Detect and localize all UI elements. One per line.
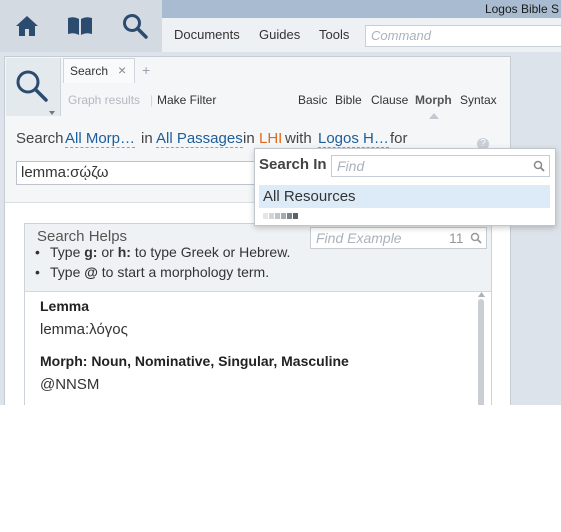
search-panel: Search × + Graph results | Make Filter B… bbox=[4, 56, 511, 405]
query-for-label: for bbox=[390, 130, 408, 147]
home-toolbar bbox=[0, 0, 162, 52]
find-search-icon bbox=[470, 232, 482, 244]
tip-key-at: @ bbox=[84, 264, 98, 280]
close-icon[interactable]: × bbox=[118, 62, 126, 78]
query-in-label: in bbox=[141, 130, 153, 147]
search-in-find-icon bbox=[533, 160, 545, 172]
type-syntax[interactable]: Syntax bbox=[460, 93, 497, 107]
panel-search-icon bbox=[16, 70, 48, 102]
search-icon[interactable] bbox=[117, 8, 153, 44]
find-example-input[interactable]: Find Example 11 bbox=[310, 227, 487, 249]
type-basic[interactable]: Basic bbox=[298, 93, 327, 107]
search-in-find-placeholder: Find bbox=[337, 158, 365, 174]
library-book-icon[interactable] bbox=[62, 8, 98, 44]
search-in-dropdown: Search In Find All Resources bbox=[254, 148, 556, 226]
option-label: All Resources bbox=[263, 188, 356, 205]
query-search-label: Search bbox=[16, 130, 64, 147]
find-example-placeholder: Find Example bbox=[316, 230, 402, 246]
query-input[interactable]: lemma:σῴζω bbox=[16, 161, 278, 185]
tab-search[interactable]: Search × bbox=[63, 58, 135, 83]
type-clause[interactable]: Clause bbox=[371, 93, 408, 107]
panel-tab-area: Search × + Graph results | Make Filter B… bbox=[5, 57, 510, 119]
tip-text: Type bbox=[50, 244, 81, 260]
lhi-link[interactable]: LHI bbox=[259, 130, 282, 147]
menu-guides[interactable]: Guides bbox=[259, 27, 300, 42]
search-in-find-input[interactable]: Find bbox=[331, 155, 550, 177]
tip-key-g: g: bbox=[84, 244, 98, 260]
passages-link[interactable]: All Passages bbox=[156, 130, 243, 148]
logos-app: Logos Bible S Documents Guides Tools Com… bbox=[0, 0, 561, 405]
example-count: 11 bbox=[449, 230, 464, 246]
example-morph-value[interactable]: @NNSM bbox=[40, 376, 99, 393]
menu-documents[interactable]: Documents bbox=[174, 27, 240, 42]
app-title: Logos Bible S bbox=[484, 2, 559, 16]
type-morph[interactable]: Morph bbox=[415, 93, 452, 107]
example-lemma-value[interactable]: lemma:λόγος bbox=[40, 321, 128, 338]
query-with-label: with bbox=[285, 130, 312, 147]
active-type-caret-icon bbox=[429, 113, 439, 119]
results-area: Search Helps Find Example 11 Type g: or … bbox=[5, 202, 510, 405]
query-value: lemma:σῴζω bbox=[21, 164, 109, 181]
command-placeholder: Command bbox=[371, 28, 431, 43]
type-bible[interactable]: Bible bbox=[335, 93, 362, 107]
command-input[interactable]: Command bbox=[365, 25, 561, 47]
menu-bar: Documents Guides Tools Command bbox=[162, 18, 561, 52]
scrollbar-thumb[interactable] bbox=[478, 299, 484, 405]
example-lemma-label: Lemma bbox=[40, 298, 90, 314]
logos-link[interactable]: Logos H… bbox=[318, 130, 389, 148]
help-tip-greek-hebrew: Type g: or h: to type Greek or Hebrew. bbox=[35, 244, 291, 260]
menu-tools[interactable]: Tools bbox=[319, 27, 349, 42]
search-in-option-all-resources[interactable]: All Resources bbox=[259, 185, 550, 208]
toolbar-divider: | bbox=[150, 93, 154, 107]
search-in-label: Search In bbox=[259, 156, 327, 173]
tip-text: to type Greek or Hebrew. bbox=[134, 244, 291, 260]
panel-menu-button[interactable] bbox=[6, 58, 61, 116]
tip-text: Type bbox=[50, 264, 81, 280]
example-morph-label: Morph: Noun, Nominative, Singular, Mascu… bbox=[40, 353, 349, 369]
help-tip-morphology: Type @ to start a morphology term. bbox=[35, 264, 270, 280]
tip-text: or bbox=[101, 244, 114, 260]
tab-label: Search bbox=[70, 64, 109, 78]
graph-results-button[interactable]: Graph results bbox=[68, 93, 140, 107]
loading-indicator bbox=[263, 213, 298, 219]
tip-key-h: h: bbox=[117, 244, 131, 260]
search-helps-title: Search Helps bbox=[37, 228, 128, 245]
home-icon[interactable] bbox=[9, 8, 45, 44]
top-bar: Logos Bible S Documents Guides Tools Com… bbox=[0, 0, 561, 52]
tip-text: to start a morphology term. bbox=[101, 264, 270, 280]
query-in-label-2: in bbox=[243, 130, 255, 147]
morph-filter-link[interactable]: All Morp… bbox=[65, 130, 136, 148]
chevron-down-icon bbox=[49, 111, 55, 115]
title-strip: Logos Bible S bbox=[162, 0, 561, 18]
scroll-up-icon[interactable] bbox=[478, 292, 485, 297]
search-helps-box: Search Helps Find Example 11 Type g: or … bbox=[24, 223, 492, 405]
make-filter-button[interactable]: Make Filter bbox=[157, 93, 216, 107]
search-helps-header: Search Helps Find Example 11 Type g: or … bbox=[25, 224, 491, 292]
add-tab-button[interactable]: + bbox=[142, 62, 150, 78]
